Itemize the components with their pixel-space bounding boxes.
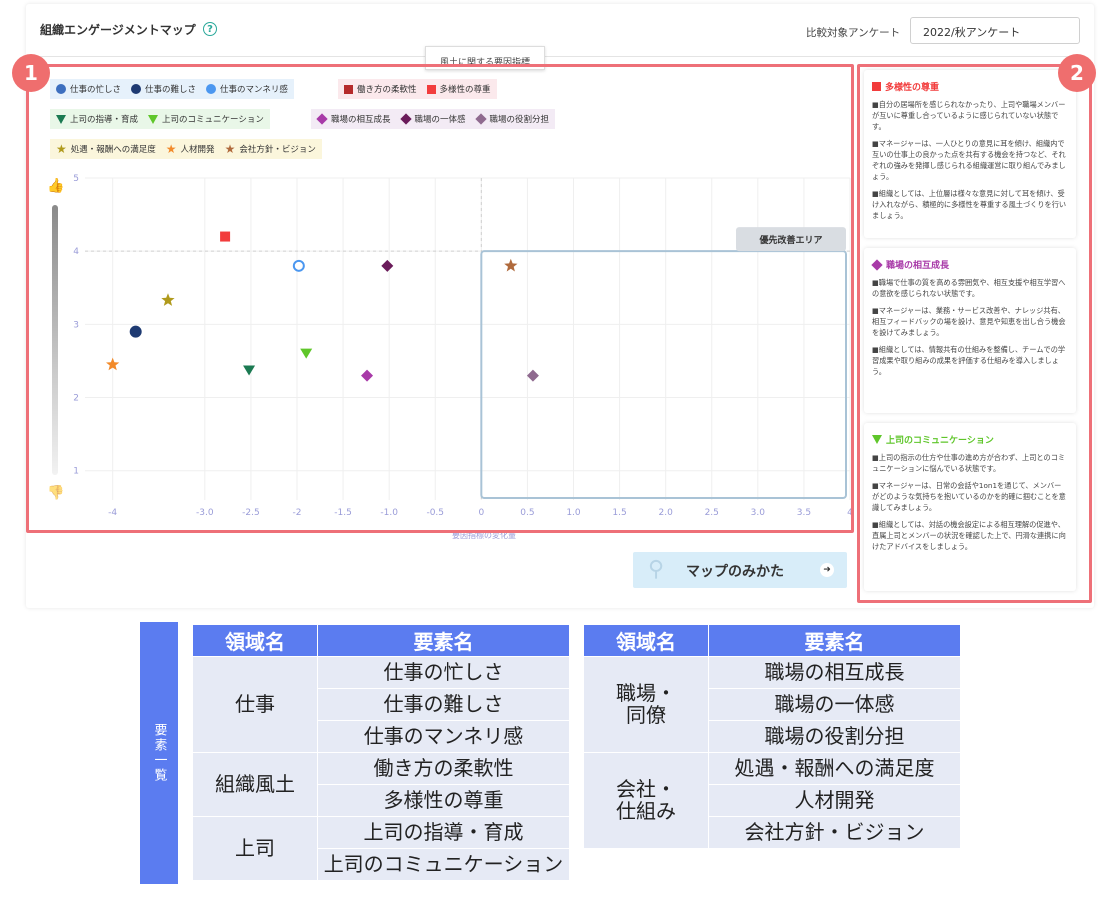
table-row: 組織風土 働き方の柔軟性 bbox=[192, 752, 570, 817]
element-cell: 会社方針・ビジョン bbox=[708, 816, 961, 849]
header-element: 要素名 bbox=[708, 624, 961, 657]
element-cell: 人材開発 bbox=[708, 784, 961, 817]
area-cell: 会社・ 仕組み bbox=[583, 752, 709, 849]
table-row: 会社・ 仕組み 処遇・報酬への満足度 bbox=[583, 752, 961, 849]
element-cell: 職場の相互成長 bbox=[708, 656, 961, 689]
element-table-left: 領域名 要素名 仕事 仕事の忙しさ 仕事の難しさ 仕事のマンネリ感 組織風土 働き方の柔軟性多… bbox=[192, 624, 570, 881]
table-header-row: 領域名 要素名 bbox=[192, 624, 570, 657]
element-cell: 職場の一体感 bbox=[708, 688, 961, 721]
map-guide-label: マップのみかた bbox=[686, 564, 784, 580]
header-area: 領域名 bbox=[192, 624, 318, 657]
element-cell: 仕事のマンネリ感 bbox=[317, 720, 570, 753]
element-table-right: 領域名 要素名 職場・ 同僚 職場の相互成長 職場の一体感 職場の役割分担 会社・ 仕組み 処遇・… bbox=[583, 624, 961, 849]
table-row: 上司 上司の指導・育成 bbox=[192, 816, 570, 881]
element-cell: 仕事の忙しさ bbox=[317, 656, 570, 689]
table-row: 仕事 仕事の忙しさ bbox=[192, 656, 570, 753]
area-cell: 上司 bbox=[192, 816, 318, 881]
highlight-box-advice bbox=[857, 64, 1092, 603]
element-cell: 処遇・報酬への満足度 bbox=[708, 752, 961, 785]
page-title: 組織エンゲージメントマップ bbox=[40, 23, 196, 37]
element-cell: 働き方の柔軟性 bbox=[317, 752, 570, 785]
element-list-side-label: 要素一覧 bbox=[140, 622, 178, 884]
compare-survey-select[interactable]: 2022/秋アンケート bbox=[910, 17, 1080, 44]
table-row: 職場・ 同僚 職場の相互成長 bbox=[583, 656, 961, 753]
search-icon: ⚲ bbox=[648, 557, 665, 582]
header-divider bbox=[34, 56, 1082, 57]
element-cell: 仕事の難しさ bbox=[317, 688, 570, 721]
area-cell: 仕事 bbox=[192, 656, 318, 753]
table-header-row: 領域名 要素名 bbox=[583, 624, 961, 657]
header-element: 要素名 bbox=[317, 624, 570, 657]
element-cell: 職場の役割分担 bbox=[708, 720, 961, 753]
element-cell: 上司のコミュニケーション bbox=[317, 848, 570, 881]
element-cell: 多様性の尊重 bbox=[317, 784, 570, 817]
area-cell: 職場・ 同僚 bbox=[583, 656, 709, 753]
highlight-box-map bbox=[26, 64, 854, 533]
question-circle-icon[interactable]: ? bbox=[203, 22, 217, 36]
arrow-right-icon[interactable]: ➜ bbox=[820, 563, 834, 577]
compare-survey-label: 比較対象アンケート bbox=[806, 27, 901, 39]
area-cell: 組織風土 bbox=[192, 752, 318, 817]
step-badge-2: 2 bbox=[1058, 54, 1096, 92]
step-badge-1: 1 bbox=[12, 54, 50, 92]
header-area: 領域名 bbox=[583, 624, 709, 657]
element-cell: 上司の指導・育成 bbox=[317, 816, 570, 849]
